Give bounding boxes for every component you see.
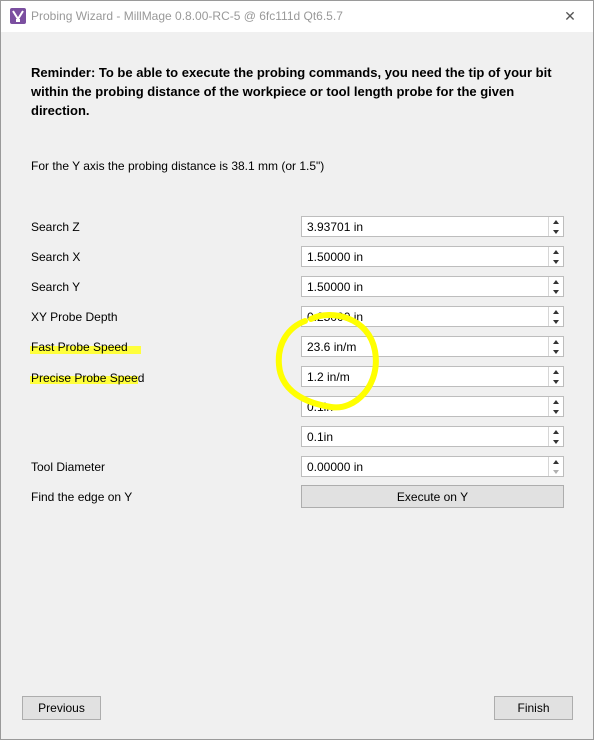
search-x-value: 1.50000 in (307, 250, 364, 264)
spin-up-arrow-icon[interactable] (549, 277, 563, 286)
xy-probe-depth-label: XY Probe Depth (31, 310, 118, 324)
tool-diameter-spinbox[interactable]: 0.00000 in (301, 456, 564, 477)
spin-down-arrow-icon[interactable] (549, 287, 563, 296)
probing-distance-info: For the Y axis the probing distance is 3… (31, 159, 325, 173)
spin-buttons (548, 307, 563, 326)
search-x-spinbox[interactable]: 1.50000 in (301, 246, 564, 267)
close-icon[interactable]: ✕ (547, 1, 593, 32)
title-bar: Probing Wizard - MillMage 0.8.00-RC-5 @ … (1, 1, 593, 32)
spin-buttons (548, 217, 563, 236)
search-x-label: Search X (31, 250, 81, 264)
spin-buttons (548, 397, 563, 416)
spin-down-arrow-icon (549, 467, 563, 476)
spin-down-arrow-icon[interactable] (549, 317, 563, 326)
millmage-app-icon (10, 8, 26, 24)
search-y-value: 1.50000 in (307, 280, 364, 294)
precise-probe-speed-label: Precise Probe Speed (31, 371, 145, 385)
unlabeled-value-2: 0.1in (307, 430, 334, 444)
spin-up-arrow-icon[interactable] (549, 397, 563, 406)
spin-down-arrow-icon[interactable] (549, 437, 563, 446)
tool-diameter-label: Tool Diameter (31, 460, 106, 474)
finish-button[interactable]: Finish (494, 696, 573, 720)
probing-wizard-window: Probing Wizard - MillMage 0.8.00-RC-5 @ … (0, 0, 594, 740)
spin-down-arrow-icon[interactable] (549, 347, 563, 356)
spin-up-arrow-icon[interactable] (549, 247, 563, 256)
unlabeled-value-1: 0.1in (307, 400, 334, 414)
previous-button[interactable]: Previous (22, 696, 101, 720)
tool-diameter-value: 0.00000 in (307, 460, 364, 474)
spin-down-arrow-icon[interactable] (549, 257, 563, 266)
spin-buttons (548, 427, 563, 446)
spin-up-arrow-icon[interactable] (549, 337, 563, 346)
spin-up-arrow-icon[interactable] (549, 457, 563, 466)
xy-probe-depth-spinbox[interactable]: 0.25000 in (301, 306, 564, 327)
spin-up-arrow-icon[interactable] (549, 427, 563, 436)
fast-probe-speed-label: Fast Probe Speed (31, 340, 128, 354)
search-z-label: Search Z (31, 220, 80, 234)
search-y-spinbox[interactable]: 1.50000 in (301, 276, 564, 297)
fast-probe-speed-spinbox[interactable]: 23.6 in/m (301, 336, 564, 357)
execute-on-y-button[interactable]: Execute on Y (301, 485, 564, 508)
reminder-text: Reminder: To be able to execute the prob… (31, 65, 552, 118)
precise-probe-speed-value: 1.2 in/m (307, 370, 350, 384)
spin-buttons (548, 277, 563, 296)
xy-probe-depth-value: 0.25000 in (307, 310, 364, 324)
spin-down-arrow-icon[interactable] (549, 377, 563, 386)
unlabeled-spinbox-1[interactable]: 0.1in (301, 396, 564, 417)
search-y-label: Search Y (31, 280, 81, 294)
spin-buttons (548, 457, 563, 476)
spin-up-arrow-icon[interactable] (549, 367, 563, 376)
spin-down-arrow-icon[interactable] (549, 227, 563, 236)
fast-probe-speed-value: 23.6 in/m (307, 340, 357, 354)
search-z-spinbox[interactable]: 3.93701 in (301, 216, 564, 237)
spin-up-arrow-icon[interactable] (549, 217, 563, 226)
find-edge-label: Find the edge on Y (31, 490, 133, 504)
precise-probe-speed-spinbox[interactable]: 1.2 in/m (301, 366, 564, 387)
window-title: Probing Wizard - MillMage 0.8.00-RC-5 @ … (31, 9, 343, 23)
spin-down-arrow-icon[interactable] (549, 407, 563, 416)
spin-up-arrow-icon[interactable] (549, 307, 563, 316)
spin-buttons (548, 247, 563, 266)
search-z-value: 3.93701 in (307, 220, 364, 234)
spin-buttons (548, 337, 563, 356)
unlabeled-spinbox-2[interactable]: 0.1in (301, 426, 564, 447)
spin-buttons (548, 367, 563, 386)
